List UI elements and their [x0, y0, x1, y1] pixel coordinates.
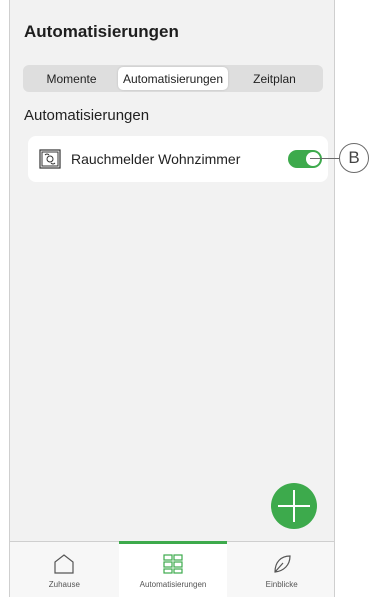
- tab-label-zuhause: Zuhause: [48, 580, 80, 589]
- automation-toggle[interactable]: [288, 150, 322, 168]
- tab-einblicke[interactable]: Einblicke: [227, 542, 334, 597]
- tab-label-automatisierungen: Automatisierungen: [139, 580, 207, 589]
- leaf-icon: [274, 555, 291, 573]
- bottom-tab-bar: Zuhause Automatisierungen Einblicke: [10, 541, 334, 597]
- page-title: Automatisierungen: [24, 22, 179, 41]
- home-icon: [54, 554, 74, 574]
- app-screen: Automatisierungen Momente Automatisierun…: [9, 0, 335, 597]
- add-automation-button[interactable]: [271, 483, 317, 529]
- tab-automatisierungen[interactable]: Automatisierungen: [118, 541, 228, 597]
- segment-automatisierungen[interactable]: Automatisierungen: [118, 67, 228, 90]
- tab-label-einblicke: Einblicke: [265, 580, 298, 589]
- toggle-knob: [306, 152, 320, 166]
- segmented-control: Momente Automatisierungen Zeitplan: [23, 65, 323, 92]
- segment-zeitplan[interactable]: Zeitplan: [228, 67, 321, 90]
- section-title: Automatisierungen: [24, 107, 150, 124]
- tab-zuhause[interactable]: Zuhause: [10, 542, 119, 597]
- automation-label: Rauchmelder Wohnzimmer: [71, 151, 241, 167]
- callout-marker: B: [339, 143, 369, 173]
- callout-line: [310, 158, 339, 159]
- grid-icon: [163, 554, 183, 574]
- smoke-detector-icon: [39, 149, 61, 169]
- segment-momente[interactable]: Momente: [25, 67, 118, 90]
- automation-card[interactable]: Rauchmelder Wohnzimmer: [28, 136, 328, 182]
